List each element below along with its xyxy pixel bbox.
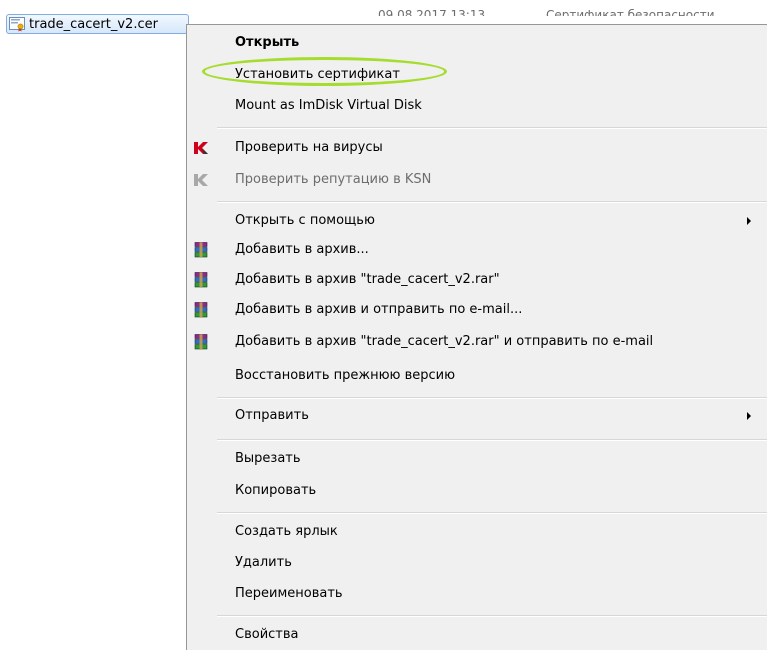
menu-item-rename[interactable]: Переименовать <box>187 583 767 605</box>
winrar-icon <box>194 242 208 258</box>
menu-separator <box>217 512 767 514</box>
menu-item-label: Создать ярлык <box>235 524 338 539</box>
winrar-icon <box>194 272 208 288</box>
menu-item-add-to-archive[interactable]: Добавить в архив... <box>187 239 767 261</box>
file-name: trade_cacert_v2.cer <box>29 16 158 32</box>
menu-item-label: Открыть с помощью <box>235 213 375 228</box>
menu-item-add-to-archive-rar-email[interactable]: Добавить в архив "trade_cacert_v2.rar" и… <box>187 331 767 353</box>
menu-item-scan-virus[interactable]: Проверить на вирусы <box>187 137 767 159</box>
menu-item-label: Проверить на вирусы <box>235 140 383 155</box>
menu-item-label: Добавить в архив... <box>235 242 369 257</box>
menu-item-copy[interactable]: Копировать <box>187 480 767 502</box>
menu-item-send-to[interactable]: Отправить <box>187 405 767 427</box>
menu-item-label: Вырезать <box>235 451 301 466</box>
menu-item-label: Добавить в архив и отправить по e-mail..… <box>235 302 523 317</box>
menu-item-add-to-archive-rar[interactable]: Добавить в архив "trade_cacert_v2.rar" <box>187 269 767 291</box>
menu-item-label: Удалить <box>235 555 292 570</box>
menu-item-label: Добавить в архив "trade_cacert_v2.rar" <box>235 272 500 287</box>
menu-item-restore-previous-version[interactable]: Восстановить прежнюю версию <box>187 365 767 387</box>
menu-item-label: Mount as ImDisk Virtual Disk <box>235 98 422 113</box>
menu-item-delete[interactable]: Удалить <box>187 552 767 574</box>
menu-separator <box>217 615 767 617</box>
menu-item-check-reputation-ksn[interactable]: Проверить репутацию в KSN <box>187 169 767 191</box>
file-type: Сертификат безопасности <box>546 8 715 16</box>
menu-item-label: Свойства <box>235 627 299 642</box>
menu-item-label: Проверить репутацию в KSN <box>235 172 432 187</box>
menu-separator <box>217 201 767 203</box>
menu-item-label: Добавить в архив "trade_cacert_v2.rar" и… <box>235 334 654 349</box>
submenu-arrow-icon <box>747 412 751 420</box>
winrar-icon <box>194 334 208 350</box>
menu-item-label: Переименовать <box>235 586 343 601</box>
kaspersky-gray-icon <box>194 174 208 186</box>
menu-item-install-certificate[interactable]: Установить сертификат <box>187 64 767 86</box>
file-row-selected[interactable]: trade_cacert_v2.cer <box>6 14 189 34</box>
certificate-file-icon <box>9 17 25 32</box>
menu-item-create-shortcut[interactable]: Создать ярлык <box>187 521 767 543</box>
menu-item-add-to-archive-email[interactable]: Добавить в архив и отправить по e-mail..… <box>187 299 767 321</box>
menu-item-label: Открыть <box>235 35 300 50</box>
file-date: 09.08.2017 13:13 <box>378 8 486 16</box>
menu-item-cut[interactable]: Вырезать <box>187 448 767 470</box>
menu-separator <box>217 127 767 129</box>
kaspersky-icon <box>194 142 208 154</box>
winrar-icon <box>194 302 208 318</box>
submenu-arrow-icon <box>747 217 751 225</box>
menu-item-mount-imdisk[interactable]: Mount as ImDisk Virtual Disk <box>187 95 767 117</box>
context-menu: Открыть Установить сертификат Mount as I… <box>186 24 767 650</box>
menu-item-properties[interactable]: Свойства <box>187 624 767 646</box>
menu-item-open[interactable]: Открыть <box>187 32 767 54</box>
menu-item-label: Восстановить прежнюю версию <box>235 368 456 383</box>
menu-separator <box>217 439 767 441</box>
menu-item-label: Копировать <box>235 483 317 498</box>
menu-item-label: Отправить <box>235 408 309 423</box>
menu-item-label: Установить сертификат <box>235 67 400 82</box>
menu-item-open-with[interactable]: Открыть с помощью <box>187 210 767 232</box>
menu-separator <box>217 397 767 399</box>
